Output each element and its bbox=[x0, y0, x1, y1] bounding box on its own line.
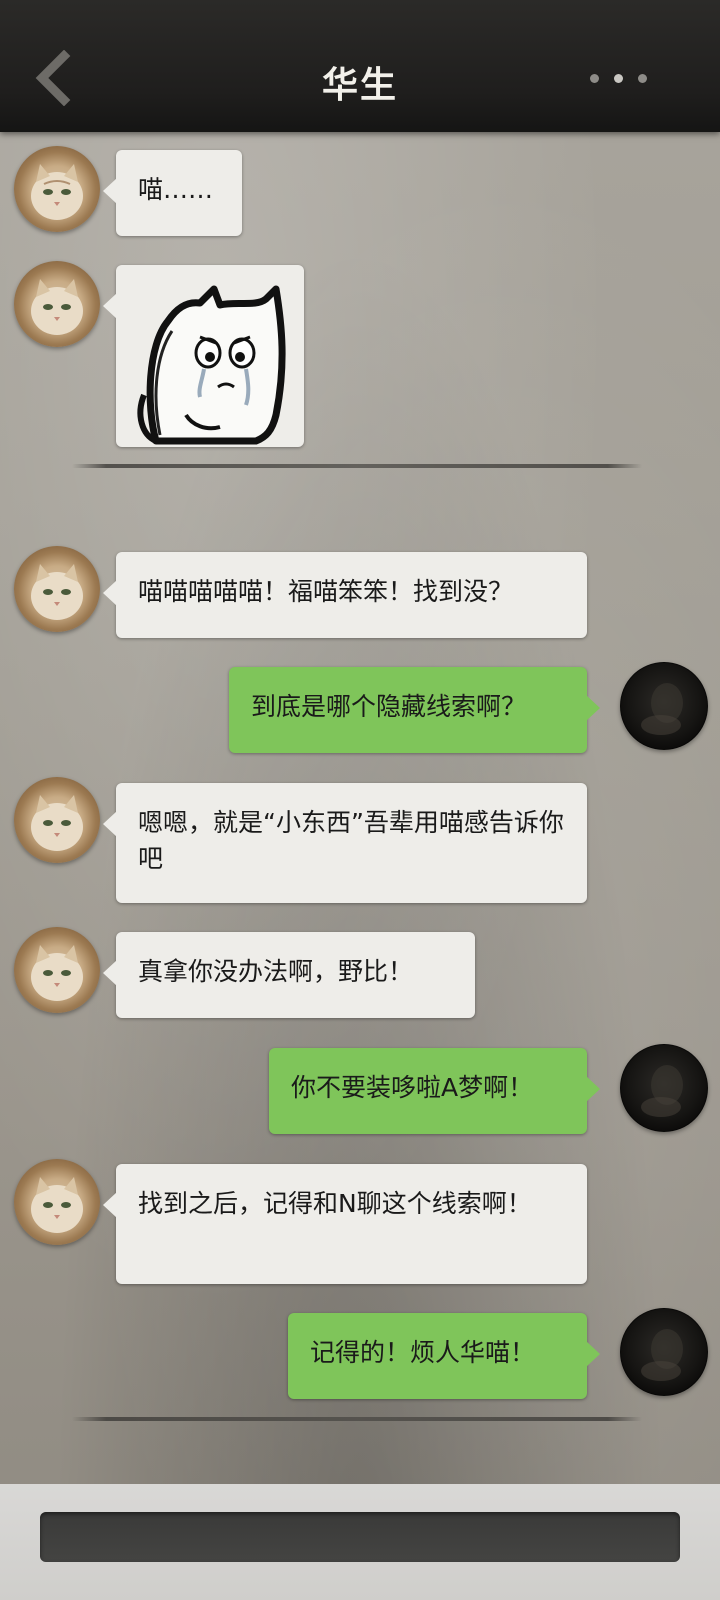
message-input[interactable] bbox=[40, 1512, 680, 1562]
message-bubble[interactable]: 嗯嗯，就是“小东西”吾辈用喵感告诉你吧 bbox=[103, 783, 587, 903]
message-text: 嗯嗯，就是“小东西”吾辈用喵感告诉你吧 bbox=[138, 808, 564, 873]
message-text: 喵…… bbox=[138, 175, 214, 204]
sticker-message[interactable] bbox=[103, 265, 304, 447]
user-avatar-icon bbox=[641, 683, 683, 735]
more-options-button[interactable] bbox=[590, 66, 660, 90]
message-text: 到底是哪个隐藏线索啊？ bbox=[251, 692, 527, 721]
message-bubble[interactable]: 喵喵喵喵喵！福喵笨笨！找到没？ bbox=[103, 552, 587, 638]
cat-avatar[interactable] bbox=[14, 546, 100, 632]
message-bubble[interactable]: 记得的！烦人华喵！ bbox=[288, 1313, 600, 1399]
section-divider bbox=[72, 1417, 642, 1421]
message-list[interactable]: 喵…… 喵喵喵喵喵！福喵笨笨！找到没？ 到底是哪个隐藏线索啊？ 嗯嗯，就是“小东… bbox=[0, 132, 720, 1484]
message-bubble[interactable]: 喵…… bbox=[103, 150, 242, 236]
message-text: 找到之后，记得和N聊这个线索啊！ bbox=[138, 1189, 532, 1218]
user-avatar[interactable] bbox=[620, 662, 708, 750]
cat-face-icon bbox=[31, 164, 83, 220]
message-text: 你不要装哆啦A梦啊！ bbox=[291, 1073, 534, 1102]
chat-header: 华生 bbox=[0, 0, 720, 132]
input-bar bbox=[0, 1484, 720, 1600]
user-avatar[interactable] bbox=[620, 1044, 708, 1132]
cat-avatar[interactable] bbox=[14, 927, 100, 1013]
cat-avatar[interactable] bbox=[14, 146, 100, 232]
message-bubble[interactable]: 到底是哪个隐藏线索啊？ bbox=[229, 667, 600, 753]
cat-avatar[interactable] bbox=[14, 261, 100, 347]
message-text: 真拿你没办法啊，野比！ bbox=[138, 957, 414, 986]
message-bubble[interactable]: 你不要装哆啦A梦啊！ bbox=[269, 1048, 600, 1134]
cat-avatar[interactable] bbox=[14, 777, 100, 863]
message-text: 喵喵喵喵喵！福喵笨笨！找到没？ bbox=[138, 577, 514, 606]
crying-cat-sticker bbox=[137, 285, 286, 445]
user-avatar[interactable] bbox=[620, 1308, 708, 1396]
message-bubble[interactable]: 找到之后，记得和N聊这个线索啊！ bbox=[103, 1164, 587, 1284]
cat-avatar[interactable] bbox=[14, 1159, 100, 1245]
message-text: 记得的！烦人华喵！ bbox=[310, 1338, 536, 1367]
message-bubble[interactable]: 真拿你没办法啊，野比！ bbox=[103, 932, 475, 1018]
section-divider bbox=[72, 464, 642, 468]
